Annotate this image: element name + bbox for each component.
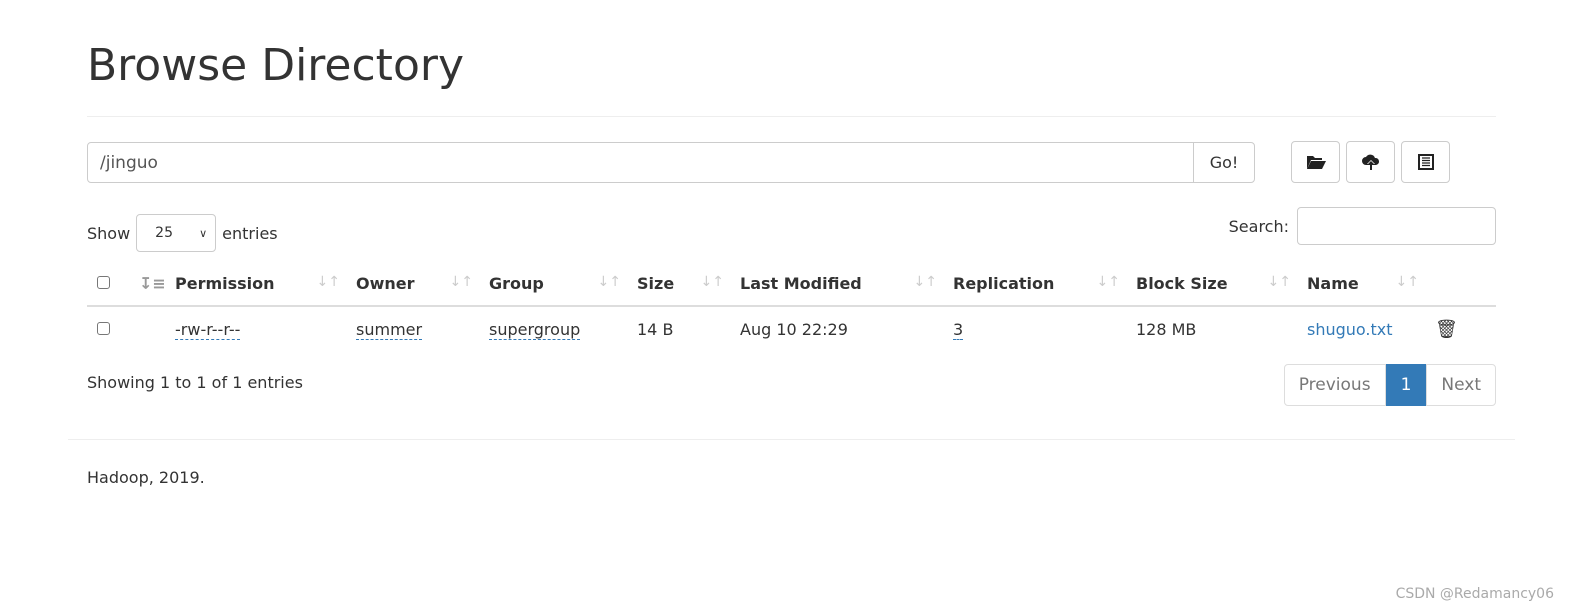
table-header: ↧≡ Permission ↓↑ Owner ↓↑ Group ↓↑ Size ↓↑ L…: [87, 262, 1496, 307]
file-table: ↧≡ Permission ↓↑ Owner ↓↑ Group ↓↑ Size ↓↑ L…: [87, 262, 1496, 352]
table-row: -rw-r--r-- summer supergroup 14 B Aug 10…: [87, 306, 1496, 352]
previous-button[interactable]: Previous: [1283, 364, 1386, 406]
search-box: Search:: [1229, 207, 1496, 245]
pagination: Previous 1 Next: [1283, 364, 1496, 406]
group[interactable]: supergroup: [489, 320, 581, 340]
next-button[interactable]: Next: [1426, 364, 1496, 406]
col-block-size[interactable]: Block Size ↓↑: [1128, 262, 1299, 307]
cloud-upload-icon: [1361, 154, 1379, 170]
footer: Hadoop, 2019.: [87, 468, 205, 487]
sort-icon: ↓↑: [1395, 274, 1419, 290]
trash-icon[interactable]: 🗑: [1435, 319, 1458, 340]
col-last-modified[interactable]: Last Modified ↓↑: [732, 262, 945, 307]
create-directory-button[interactable]: [1291, 141, 1340, 183]
size: 14 B: [637, 320, 674, 339]
entries-length: Show 25 ∨ entries: [87, 214, 278, 252]
divider: [87, 116, 1496, 117]
sort-icon: ↓↑: [316, 274, 340, 290]
search-input[interactable]: [1297, 207, 1496, 245]
entries-select[interactable]: 25 ∨: [136, 214, 217, 252]
cut-paste-button[interactable]: [1401, 141, 1450, 183]
sort-icon: ↓↑: [1267, 274, 1291, 290]
sort-icon: ↓↑: [700, 274, 724, 290]
last-modified: Aug 10 22:29: [740, 320, 848, 339]
path-input[interactable]: [87, 142, 1194, 183]
block-size: 128 MB: [1136, 320, 1197, 339]
sort-icon[interactable]: ↧≡: [131, 262, 167, 307]
sort-icon: ↓↑: [1096, 274, 1120, 290]
owner[interactable]: summer: [356, 320, 423, 340]
col-group[interactable]: Group ↓↑: [481, 262, 629, 307]
replication[interactable]: 3: [953, 320, 964, 340]
sort-icon: ↓↑: [913, 274, 937, 290]
row-checkbox[interactable]: [97, 322, 110, 335]
col-owner[interactable]: Owner ↓↑: [348, 262, 481, 307]
page-1-button[interactable]: 1: [1385, 364, 1427, 406]
watermark: CSDN @Redamancy06: [1395, 586, 1554, 602]
go-button[interactable]: Go!: [1193, 142, 1255, 183]
permission[interactable]: -rw-r--r--: [175, 320, 241, 340]
folder-open-icon: [1306, 156, 1326, 169]
chevron-down-icon: ∨: [199, 226, 208, 240]
list-icon: [1417, 154, 1434, 170]
sort-icon: ↓↑: [449, 274, 473, 290]
col-size[interactable]: Size ↓↑: [629, 262, 732, 307]
col-name[interactable]: Name ↓↑: [1299, 262, 1427, 307]
file-link[interactable]: shuguo.txt: [1307, 320, 1393, 339]
select-all[interactable]: [87, 262, 131, 307]
sort-icon: ↓↑: [597, 274, 621, 290]
upload-button[interactable]: [1346, 141, 1395, 183]
col-replication[interactable]: Replication ↓↑: [945, 262, 1128, 307]
col-permission[interactable]: Permission ↓↑: [167, 262, 348, 307]
table-info: Showing 1 to 1 of 1 entries: [87, 373, 303, 392]
divider: [68, 439, 1515, 440]
page-title: Browse Directory: [87, 40, 464, 91]
select-all-checkbox[interactable]: [97, 276, 110, 289]
